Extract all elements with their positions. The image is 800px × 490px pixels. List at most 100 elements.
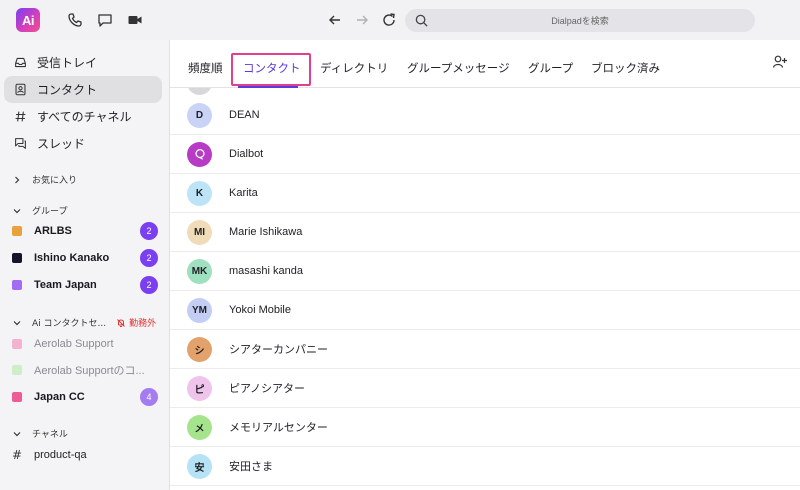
forward-arrow-icon[interactable] [353, 11, 371, 29]
contact-row[interactable]: メ メモリアルセンター [170, 408, 800, 447]
contact-name: ピアノシアター [229, 383, 306, 395]
chevron-right-icon [15, 176, 20, 183]
sidebar-item-all-channels[interactable]: すべてのチャネル [4, 103, 162, 130]
ai-contact-item[interactable]: Japan CC 4 [12, 387, 158, 407]
avatar: MK [187, 258, 212, 284]
off-duty-status: 勤務外 [116, 316, 156, 329]
sidebar-item-label: すべてのチャネル [37, 110, 132, 124]
unread-badge: 2 [140, 249, 158, 267]
contact-name: Yokoi Mobile [229, 304, 291, 316]
contact-row[interactable]: YM Yokoi Mobile [170, 291, 800, 330]
sidebar: 受信トレイ コンタクト すべてのチャネル スレッド お気に入り グループ ARL… [0, 40, 170, 490]
app-logo[interactable]: Ai [16, 8, 40, 32]
contact-row[interactable]: Dialbot [170, 135, 800, 174]
group-name: ARLBS [34, 225, 72, 237]
sidebar-item-contacts[interactable]: コンタクト [4, 76, 162, 103]
chevron-down-icon [13, 431, 21, 436]
contact-row[interactable]: ピ ピアノシアター [170, 369, 800, 408]
bot-icon [187, 141, 212, 167]
sidebar-item-label: コンタクト [37, 83, 98, 97]
avatar: K [187, 180, 212, 206]
group-name: Aerolab Support [34, 338, 114, 350]
avatar: メ [187, 414, 212, 440]
avatar [187, 88, 212, 95]
sidebar-item-threads[interactable]: スレッド [4, 130, 162, 157]
back-arrow-icon[interactable] [326, 11, 344, 29]
contact-row[interactable]: MI Marie Ishikawa [170, 213, 800, 252]
chevron-down-icon [13, 208, 21, 213]
contact-name: DEAN [229, 109, 260, 121]
channel-name: product-qa [34, 449, 87, 461]
contact-row[interactable]: K Karita [170, 174, 800, 213]
chevron-down-icon [13, 320, 21, 325]
section-label: チャネル [32, 430, 68, 440]
avatar: D [187, 102, 212, 128]
video-icon[interactable] [126, 11, 144, 29]
avatar: MI [187, 219, 212, 245]
unread-badge: 2 [140, 276, 158, 294]
contact-row[interactable]: シ シアターカンパニー [170, 330, 800, 369]
group-item[interactable]: Ishino Kanako 2 [12, 248, 158, 268]
contact-row[interactable]: MK masashi kanda [170, 252, 800, 291]
contact-name: Dialbot [229, 148, 264, 160]
tab-frequent[interactable]: 頻度順 [188, 60, 223, 76]
section-label: お気に入り [32, 176, 78, 186]
groups-section-header[interactable]: グループ [12, 204, 67, 217]
avatar: シ [187, 336, 212, 362]
tab-directory[interactable]: ディレクトリ [320, 60, 388, 76]
sidebar-item-inbox[interactable]: 受信トレイ [4, 49, 162, 76]
contact-name: Marie Ishikawa [229, 226, 303, 238]
search-placeholder: Dialpadを検索 [551, 16, 609, 26]
favorites-section-header[interactable]: お気に入り [12, 173, 77, 186]
contact-name: masashi kanda [229, 265, 303, 277]
avatar: ピ [187, 375, 212, 401]
contact-name: メモリアルセンター [229, 422, 328, 434]
section-label: Ai コンタクトセ... [32, 319, 107, 329]
contact-row[interactable]: D DEAN [170, 96, 800, 135]
contact-icon [12, 83, 28, 96]
contact-name: Karita [229, 187, 258, 199]
group-item[interactable]: Team Japan 2 [12, 275, 158, 295]
top-bar: Ai Dialpadを検索 [0, 0, 800, 40]
avatar: YM [187, 297, 212, 323]
tab-highlight-box [231, 53, 311, 86]
group-color-swatch [12, 392, 22, 402]
ai-contact-center-section-header[interactable]: Ai コンタクトセ... 勤務外 [12, 316, 156, 329]
group-color-swatch [12, 365, 22, 375]
section-label: グループ [32, 207, 68, 217]
channel-item[interactable]: # product-qa [12, 445, 158, 465]
add-contact-icon[interactable] [772, 54, 788, 70]
tab-bar: 頻度順 コンタクト ディレクトリ グループメッセージ グループ ブロック済み [170, 40, 800, 88]
group-name: Aerolab Supportのコ... [34, 365, 145, 377]
tab-blocked[interactable]: ブロック済み [591, 60, 660, 76]
group-name: Team Japan [34, 279, 97, 291]
avatar: 安 [187, 453, 212, 479]
tab-group-messages[interactable]: グループメッセージ [407, 60, 510, 76]
tab-groups[interactable]: グループ [528, 60, 573, 76]
search-bar[interactable]: Dialpadを検索 [405, 9, 755, 32]
phone-icon[interactable] [66, 11, 84, 29]
group-item[interactable]: ARLBS 2 [12, 221, 158, 241]
sidebar-item-label: スレッド [37, 137, 86, 151]
unread-badge: 4 [140, 388, 158, 406]
inbox-icon [12, 56, 28, 69]
group-color-swatch [12, 253, 22, 263]
contact-list: D DEAN Dialbot K Karita MI Marie Ishikaw… [170, 88, 800, 490]
contact-name: 安田さま [229, 461, 273, 473]
ai-contact-item[interactable]: Aerolab Support [12, 334, 158, 354]
chat-icon[interactable] [96, 11, 114, 29]
hash-icon: # [12, 448, 23, 462]
group-color-swatch [12, 339, 22, 349]
channels-section-header[interactable]: チャネル [12, 427, 68, 440]
contacts-panel: 頻度順 コンタクト ディレクトリ グループメッセージ グループ ブロック済み D… [170, 40, 800, 490]
bell-off-icon [117, 318, 125, 327]
refresh-icon[interactable] [380, 11, 398, 29]
group-color-swatch [12, 226, 22, 236]
thread-icon [12, 137, 28, 150]
contact-row[interactable]: 安 安田さま [170, 447, 800, 486]
status-text: 勤務外 [129, 319, 157, 329]
unread-badge: 2 [140, 222, 158, 240]
sidebar-item-label: 受信トレイ [37, 56, 98, 70]
ai-contact-item[interactable]: Aerolab Supportのコ... [12, 360, 158, 380]
hash-icon [12, 110, 28, 123]
